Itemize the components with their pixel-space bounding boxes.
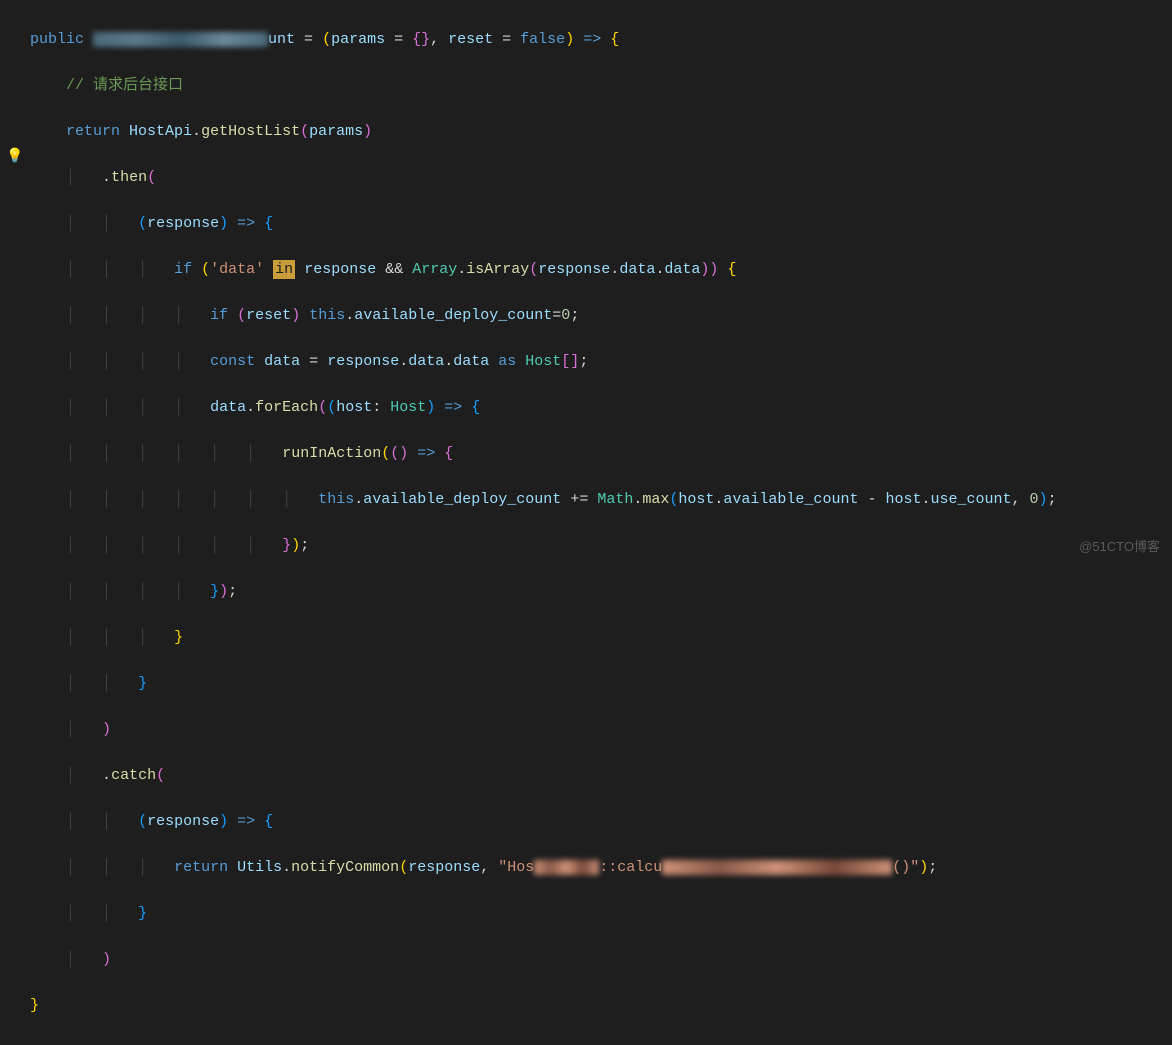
code-line: // 请求后台接口	[30, 74, 1172, 97]
code-editor[interactable]: public unt = (params = {}, reset = false…	[0, 0, 1172, 1045]
code-line: }	[30, 994, 1172, 1017]
obscured-string	[534, 860, 599, 875]
code-line: │ │ (response) => {	[30, 212, 1172, 235]
code-line: │ │ │ │ if (reset) this.available_deploy…	[30, 304, 1172, 327]
obscured-string	[662, 860, 892, 875]
code-line: │ )	[30, 948, 1172, 971]
code-line: │ │ │ │ });	[30, 580, 1172, 603]
code-line: │ │ │ }	[30, 626, 1172, 649]
code-line: │ .then(	[30, 166, 1172, 189]
code-line: │ │ (response) => {	[30, 810, 1172, 833]
obscured-identifier	[93, 32, 268, 47]
code-line: │ │ │ if ('data' in response && Array.is…	[30, 258, 1172, 281]
highlighted-keyword: in	[273, 260, 295, 279]
code-line: │ .catch(	[30, 764, 1172, 787]
code-line: │ )	[30, 718, 1172, 741]
code-line: │ │ }	[30, 902, 1172, 925]
code-line: │ │ │ return Utils.notifyCommon(response…	[30, 856, 1172, 879]
code-line: │ │ │ │ │ │ runInAction(() => {	[30, 442, 1172, 465]
code-line: return HostApi.getHostList(params)	[30, 120, 1172, 143]
lightbulb-icon[interactable]: 💡	[6, 146, 23, 169]
watermark: @51CTO博客	[1079, 535, 1160, 558]
code-line: │ │ }	[30, 672, 1172, 695]
code-line: │ │ │ │ │ │ │ this.available_deploy_coun…	[30, 488, 1172, 511]
code-line: │ │ │ │ │ │ });	[30, 534, 1172, 557]
code-line: │ │ │ │ data.forEach((host: Host) => {	[30, 396, 1172, 419]
code-line: │ │ │ │ const data = response.data.data …	[30, 350, 1172, 373]
code-line: public unt = (params = {}, reset = false…	[30, 28, 1172, 51]
